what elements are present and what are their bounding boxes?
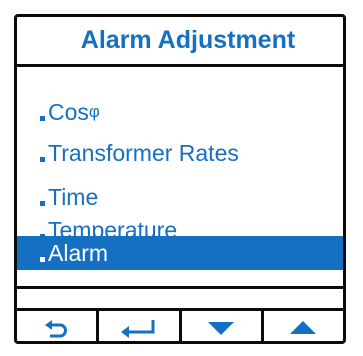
enter-icon [120,319,155,338]
lcd-screen: Alarm Adjustment Cos φ Transformer Rates … [14,14,346,344]
phi-symbol: φ [88,102,100,121]
down-button[interactable] [178,311,261,341]
enter-button[interactable] [96,311,178,341]
menu-item-transformer-rates[interactable]: Transformer Rates [17,136,343,170]
bullet-icon [40,201,45,206]
back-button[interactable] [17,311,96,341]
menu-item-label: Alarm [48,239,109,266]
menu-item-time[interactable]: Time [17,180,343,214]
bullet-icon [40,257,45,262]
bullet-icon [40,116,45,121]
softkey-bar [17,311,343,341]
back-arrow-icon [44,319,67,337]
up-button[interactable] [260,311,343,341]
bullet-icon [40,157,45,162]
up-triangle-icon [290,320,317,334]
menu-item-label: Transformer Rates [48,139,239,166]
menu-item-label: Time [48,183,99,210]
menu-item-cos-phi[interactable]: Cos φ [17,95,343,129]
page-title: Alarm Adjustment [17,17,343,67]
menu-item-alarm[interactable]: Alarm [17,236,343,270]
menu-item-label: Cos [48,98,89,125]
down-triangle-icon [208,321,235,335]
divider [17,286,343,289]
